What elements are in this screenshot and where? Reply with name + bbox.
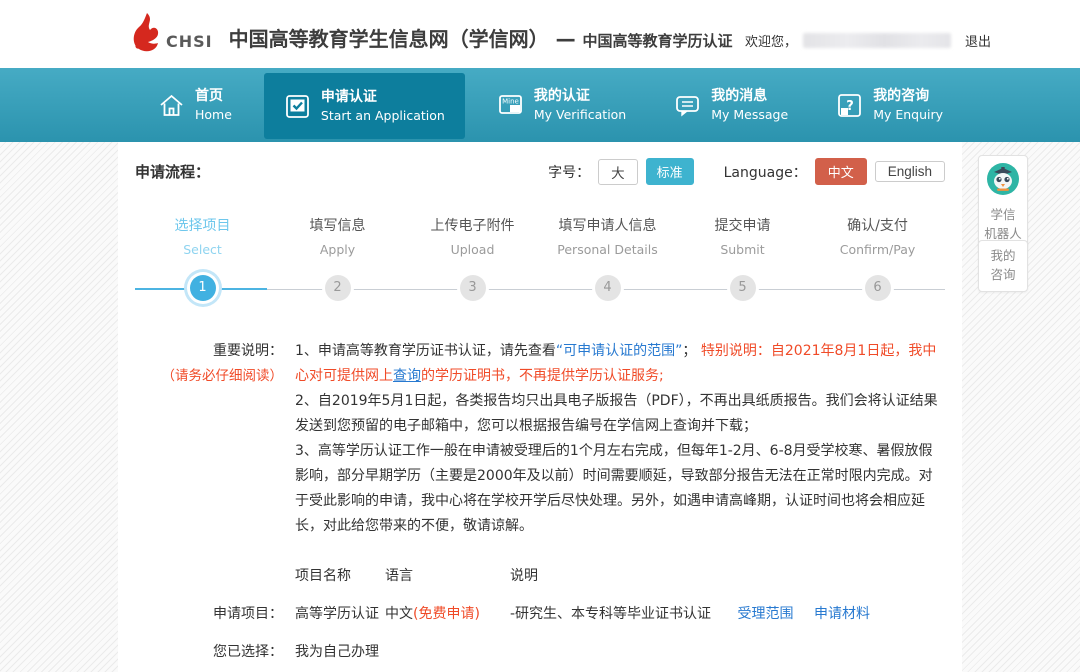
svg-text:?: ?: [846, 99, 854, 114]
project-row-label: 申请项目：: [135, 603, 295, 623]
step-select: 选择项目 Select: [135, 215, 270, 257]
nav-my-verification[interactable]: Mine 我的认证 My Verification: [481, 68, 642, 142]
logo-text: CHSI: [166, 32, 213, 51]
note-item-1: 1、申请高等教育学历证书认证，请先查看“可申请认证的范围”； 特别说明：自202…: [295, 339, 945, 389]
selected-value: 我为自己办理: [295, 641, 379, 661]
logout-link[interactable]: 退出: [965, 31, 991, 50]
project-language: 中文(免费申请): [385, 603, 510, 623]
col-header-lang: 语言: [385, 565, 510, 585]
note-item-3: 3、高等学历认证工作一般在申请被受理后的1个月左右完成，但每年1-2月、6-8月…: [295, 439, 945, 539]
selected-label: 您已选择：: [135, 641, 295, 661]
step-circle-5: 5: [730, 275, 756, 301]
welcome-text: 欢迎您，: [745, 31, 797, 50]
project-row: 申请项目： 高等学历认证 中文(免费申请) -研究生、本专科等毕业证书认证 受理…: [135, 603, 945, 623]
nav-my-enquiry[interactable]: ? 我的咨询 My Enquiry: [820, 68, 959, 142]
project-desc: -研究生、本专科等毕业证书认证: [510, 606, 711, 622]
lang-chinese-button[interactable]: 中文: [815, 158, 867, 185]
chsi-robot-widget[interactable]: 学信 机器人: [978, 155, 1028, 250]
selected-row: 您已选择： 我为自己办理: [135, 641, 945, 661]
enquiry-label: 我的 咨询: [982, 247, 1024, 285]
acceptance-scope-link[interactable]: 受理范围: [738, 606, 794, 622]
main-content: 申请流程： 字号： 大 标准 Language： 中文 English 选择项目…: [118, 142, 962, 672]
application-materials-link[interactable]: 申请材料: [814, 606, 870, 622]
step-circle-3: 3: [460, 275, 486, 301]
step-apply: 填写信息 Apply: [270, 215, 405, 257]
welcome-bar: 欢迎您， 退出: [745, 31, 991, 50]
robot-avatar-icon: [986, 162, 1020, 196]
font-large-button[interactable]: 大: [598, 159, 638, 185]
step-circle-2: 2: [325, 275, 351, 301]
nav-my-message[interactable]: 我的消息 My Message: [658, 68, 804, 142]
username-redacted: [803, 33, 951, 48]
my-enquiry-widget[interactable]: 我的 咨询: [978, 240, 1028, 292]
lang-english-button[interactable]: English: [875, 161, 945, 182]
nav-start-application[interactable]: 申请认证 Start an Application: [264, 73, 465, 139]
message-icon: [674, 92, 701, 119]
nav-home[interactable]: 首页 Home: [142, 68, 248, 142]
chsi-flame-icon: [126, 12, 162, 56]
step-personal-details: 填写申请人信息 Personal Details: [540, 215, 675, 257]
font-size-label: 字号：: [548, 162, 590, 182]
site-header: CHSI 中国高等教育学生信息网（学信网） — 中国高等教育学历认证 欢迎您， …: [0, 0, 1080, 68]
language-label: Language：: [724, 162, 807, 182]
important-notes: 重要说明： （请务必仔细阅读） 1、申请高等教育学历证书认证，请先查看“可申请认…: [135, 339, 945, 539]
main-nav: 首页 Home 申请认证 Start an Application Mine 我…: [0, 68, 1080, 142]
col-header-desc: 说明: [510, 565, 538, 585]
online-query-link[interactable]: 查询: [393, 368, 421, 384]
progress-steps: 选择项目 Select 填写信息 Apply 上传电子附件 Upload 填写申…: [135, 215, 945, 305]
checkbox-icon: [284, 93, 311, 120]
step-circle-6: 6: [865, 275, 891, 301]
mine-icon: Mine: [497, 92, 524, 119]
step-circle-4: 4: [595, 275, 621, 301]
robot-label: 学信 机器人: [982, 206, 1024, 244]
step-confirm-pay: 确认/支付 Confirm/Pay: [810, 215, 945, 257]
project-table-header: 项目名称 语言 说明: [135, 565, 945, 585]
step-circle-1: 1: [190, 275, 216, 301]
svg-text:Mine: Mine: [502, 97, 519, 105]
notes-label-sub: （请务必仔细阅读）: [135, 364, 283, 389]
font-standard-button[interactable]: 标准: [646, 158, 694, 185]
question-icon: ?: [836, 92, 863, 119]
home-icon: [158, 92, 185, 119]
display-controls: 字号： 大 标准 Language： 中文 English: [548, 158, 945, 185]
project-name: 高等学历认证: [295, 603, 385, 623]
notes-label: 重要说明：: [135, 339, 283, 364]
step-upload: 上传电子附件 Upload: [405, 215, 540, 257]
note-item-2: 2、自2019年5月1日起，各类报告均只出具电子版报告（PDF），不再出具纸质报…: [295, 389, 945, 439]
page-title: 申请流程：: [135, 161, 210, 182]
col-header-name: 项目名称: [295, 565, 385, 585]
scope-of-verification-link[interactable]: “可申请认证的范围”: [556, 343, 683, 359]
site-title: 中国高等教育学生信息网（学信网） — 中国高等教育学历认证: [229, 23, 733, 52]
logo: CHSI 中国高等教育学生信息网（学信网） — 中国高等教育学历认证: [126, 12, 733, 56]
step-submit: 提交申请 Submit: [675, 215, 810, 257]
free-apply-note: (免费申请): [413, 606, 480, 622]
